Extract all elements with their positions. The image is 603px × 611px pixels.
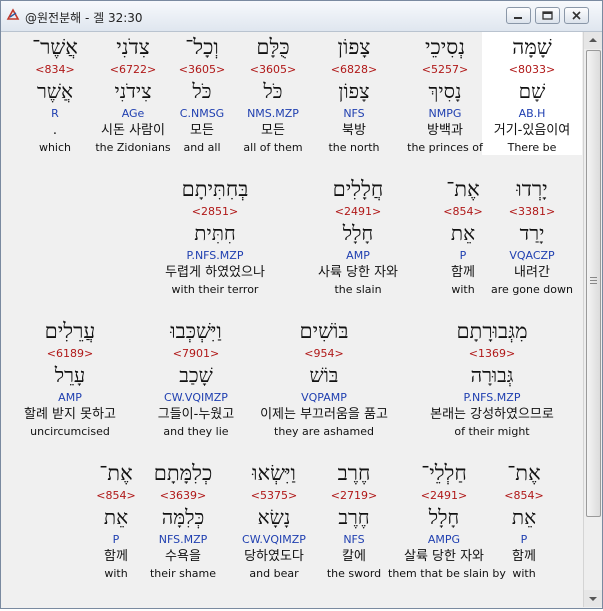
word-cell[interactable]: בּוֹשִׁים <954> בּוֹשׁ VQPAMP 이제는 부끄러움을 품고 th… xyxy=(249,316,399,439)
word-cell[interactable]: בְּחִתִּיתָם <2851> חִתִּית P.NFS.MZP 두렵게 하였… xyxy=(159,174,271,297)
thumb-grip xyxy=(590,277,597,278)
english-gloss: which xyxy=(38,141,72,154)
english-gloss: and they lie xyxy=(163,425,229,438)
korean-gloss: 함께 xyxy=(104,549,128,564)
strong-number: <2851> xyxy=(191,205,239,218)
english-gloss: uncircumcised xyxy=(30,425,110,438)
english-gloss: the slain xyxy=(334,283,382,296)
arrow-down-icon xyxy=(589,597,597,601)
english-gloss: with xyxy=(104,567,128,580)
lemma: בּוֹשׁ xyxy=(309,363,339,387)
strong-number: <6189> xyxy=(46,347,94,360)
strong-number: <834> xyxy=(35,63,75,76)
scrollbar-thumb[interactable] xyxy=(586,50,601,517)
hebrew-word: בּוֹשִׁים xyxy=(299,319,349,343)
word-cell[interactable]: אֶת־ <854> אֵת P 함께 with xyxy=(60,458,172,581)
parsing-code: P xyxy=(459,249,467,262)
parsing-code: P.NFS.MZP xyxy=(186,249,244,262)
interlinear-panel: שָׁמָּה <8033> שָׁם AB.H 거기-있음이여 There be נְסִ… xyxy=(2,32,582,607)
korean-gloss: 함께 xyxy=(451,265,475,280)
korean-gloss: 두렵게 하였었으나 xyxy=(165,265,265,280)
window-title: @원전분해 - 겔 32:30 xyxy=(25,11,143,25)
parsing-code: CW.VQIMZP xyxy=(164,391,228,404)
close-icon xyxy=(572,11,581,20)
maximize-button[interactable] xyxy=(535,7,560,24)
strong-number: <954> xyxy=(304,347,344,360)
lemma: שָׁכַב xyxy=(179,363,213,387)
english-gloss: with xyxy=(451,283,475,296)
english-gloss: with their terror xyxy=(171,283,259,296)
lemma: אֲשֶׁר xyxy=(37,79,73,103)
korean-gloss: 본래는 강성하였으므로 xyxy=(430,407,554,422)
word-cell[interactable]: וַיִּשְׁכְּבוּ <7901> שָׁכַב CW.VQIMZP 그들이-누… xyxy=(140,316,252,439)
scroll-down-button[interactable] xyxy=(584,590,602,607)
korean-gloss: 이제는 부끄러움을 품고 xyxy=(260,407,388,422)
parsing-code: R xyxy=(51,107,59,120)
english-gloss: of their might xyxy=(454,425,530,438)
word-cell[interactable]: אֶת־ <854> אֵת P 함께 with xyxy=(407,174,519,297)
arrow-up-icon xyxy=(589,38,597,42)
hebrew-word: אֶת־ xyxy=(446,177,480,201)
parsing-code: AMP xyxy=(346,249,370,262)
strong-number: <854> xyxy=(443,205,483,218)
parsing-code: AMP xyxy=(58,391,82,404)
lemma: חִתִּית xyxy=(194,221,236,245)
lemma: גְּבוּרָה xyxy=(470,363,514,387)
hebrew-word: בְּחִתִּיתָם xyxy=(181,177,249,201)
hebrew-word: חֲלָלִים xyxy=(332,177,384,201)
hebrew-word: עֲרֵלִים xyxy=(44,319,96,343)
hebrew-word: מִגְּבוּרָתָם xyxy=(456,319,528,343)
strong-number: <854> xyxy=(96,489,136,502)
vertical-scrollbar[interactable] xyxy=(583,32,602,607)
parsing-code: VQPAMP xyxy=(301,391,347,404)
korean-gloss: 할례 받지 못하고 xyxy=(24,407,116,422)
parsing-code: P xyxy=(112,533,120,546)
strong-number: <7901> xyxy=(172,347,220,360)
lemma: עָרֵל xyxy=(54,363,86,387)
lemma: אֵת xyxy=(103,505,129,529)
parsing-code: P.NFS.MZP xyxy=(463,391,521,404)
hebrew-word: וַיִּשְׁכְּבוּ xyxy=(170,319,222,343)
strong-number: <1369> xyxy=(468,347,516,360)
hebrew-word: אֶת־ xyxy=(99,461,133,485)
word-cell[interactable]: מִגְּבוּרָתָם <1369> גְּבוּרָה P.NFS.MZP 본래는… xyxy=(417,316,567,439)
scroll-up-button[interactable] xyxy=(584,32,602,49)
lemma: אֵת xyxy=(450,221,476,245)
title-bar[interactable]: @원전분해 - 겔 32:30 xyxy=(1,1,602,32)
app-logo-icon xyxy=(6,8,20,20)
thumb-grip xyxy=(590,283,597,284)
english-gloss: they are ashamed xyxy=(274,425,374,438)
close-button[interactable] xyxy=(564,7,589,24)
word-cell[interactable]: עֲרֵלִים <6189> עָרֵל AMP 할례 받지 못하고 uncircumc… xyxy=(14,316,126,439)
thumb-grip xyxy=(590,280,597,281)
word-cell[interactable]: אֲשֶׁר־ <834> אֲשֶׁר R. which xyxy=(2,32,111,155)
korean-gloss: 그들이-누웠고 xyxy=(157,407,235,422)
app-window: @원전분해 - 겔 32:30 שָׁמָּה <8033> שָׁם AB.H 거기-… xyxy=(0,0,603,609)
lemma: חָלָל xyxy=(342,221,374,245)
minimize-icon xyxy=(514,17,522,19)
maximize-icon xyxy=(542,11,553,20)
minimize-button[interactable] xyxy=(506,7,531,24)
korean-gloss: 사륙 당한 자와 xyxy=(317,265,399,280)
strong-number: <2491> xyxy=(334,205,382,218)
word-cell[interactable]: חֲלָלִים <2491> חָלָל AMP 사륙 당한 자와 the slain xyxy=(302,174,414,297)
hebrew-word: אֲשֶׁר־ xyxy=(32,35,78,59)
korean-gloss: . xyxy=(52,123,58,138)
